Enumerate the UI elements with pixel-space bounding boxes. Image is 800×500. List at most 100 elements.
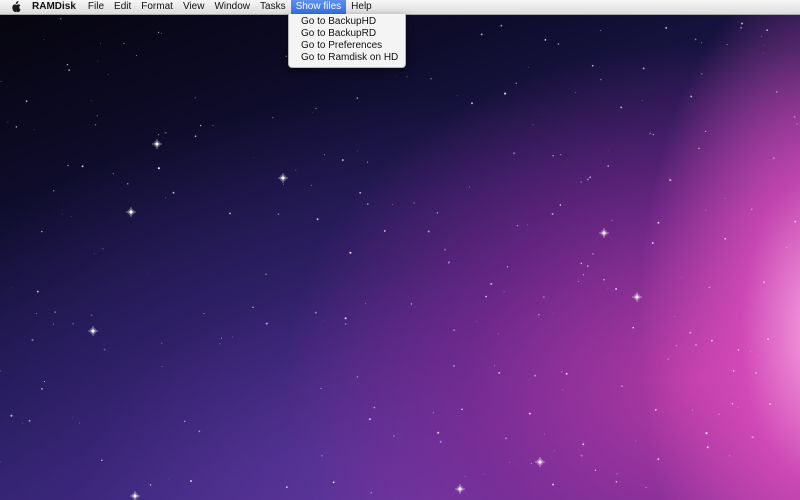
show-files-dropdown: Go to BackupHD Go to BackupRD Go to Pref… xyxy=(288,14,406,68)
star xyxy=(35,313,37,315)
star xyxy=(498,371,501,374)
star xyxy=(427,230,430,233)
star xyxy=(70,216,72,217)
star xyxy=(43,380,45,383)
star xyxy=(591,64,594,67)
star xyxy=(551,213,554,215)
star xyxy=(295,169,297,171)
menu-app-name[interactable]: RAMDisk xyxy=(30,0,83,14)
menu-format[interactable]: Format xyxy=(136,0,178,14)
star xyxy=(219,343,221,345)
bright-star xyxy=(535,457,545,467)
menu-help[interactable]: Help xyxy=(346,0,377,14)
star xyxy=(587,265,589,267)
star xyxy=(265,273,267,276)
star xyxy=(90,314,93,317)
star xyxy=(395,76,396,78)
menu-show-files[interactable]: Show files xyxy=(290,0,347,14)
star xyxy=(515,82,517,85)
star xyxy=(657,221,660,224)
star xyxy=(349,251,352,254)
star xyxy=(41,230,43,233)
menu-window[interactable]: Window xyxy=(209,0,255,14)
star xyxy=(285,55,287,57)
menu-item-go-to-ramdisk-on-hd[interactable]: Go to Ramdisk on HD xyxy=(289,52,405,64)
star xyxy=(11,287,12,289)
star xyxy=(580,262,583,265)
star xyxy=(607,287,609,289)
star xyxy=(67,164,69,167)
star xyxy=(439,440,442,443)
star xyxy=(15,126,17,128)
star xyxy=(393,435,395,437)
star xyxy=(751,436,754,439)
bright-star xyxy=(278,173,288,183)
star xyxy=(580,181,583,183)
star xyxy=(694,38,697,41)
star xyxy=(705,130,707,132)
star xyxy=(509,462,510,463)
star xyxy=(615,480,618,483)
star xyxy=(500,24,503,27)
star xyxy=(52,323,55,325)
menu-tasks[interactable]: Tasks xyxy=(255,0,291,14)
star xyxy=(232,336,234,338)
star xyxy=(359,191,362,194)
star xyxy=(645,487,647,489)
star xyxy=(194,97,196,99)
star xyxy=(41,388,43,390)
menu-item-go-to-backuphd[interactable]: Go to BackupHD xyxy=(289,16,405,28)
star xyxy=(356,150,358,152)
star xyxy=(557,43,560,45)
star xyxy=(100,459,103,462)
star xyxy=(406,76,408,78)
star xyxy=(611,219,613,221)
star xyxy=(149,484,152,486)
star xyxy=(766,29,769,32)
star xyxy=(164,131,167,134)
star xyxy=(470,102,474,105)
star xyxy=(102,247,104,250)
star xyxy=(538,314,540,316)
star xyxy=(277,213,280,215)
star xyxy=(33,129,35,131)
star xyxy=(620,106,623,109)
star xyxy=(708,287,710,288)
star xyxy=(667,358,670,361)
star xyxy=(673,316,675,317)
star xyxy=(763,44,765,46)
star xyxy=(763,281,765,283)
star xyxy=(194,135,197,138)
star xyxy=(701,73,703,75)
star xyxy=(587,178,589,181)
star xyxy=(698,147,700,150)
star xyxy=(157,167,160,170)
star xyxy=(700,42,703,44)
menu-view[interactable]: View xyxy=(178,0,210,14)
bright-star xyxy=(455,484,465,494)
star xyxy=(772,157,775,160)
star xyxy=(6,121,8,123)
star xyxy=(282,183,284,185)
star xyxy=(635,440,637,442)
menu-file[interactable]: File xyxy=(83,0,109,14)
star xyxy=(544,433,546,435)
star xyxy=(53,190,55,192)
star xyxy=(794,220,797,223)
star xyxy=(410,303,413,305)
menu-item-go-to-backuprd[interactable]: Go to BackupRD xyxy=(289,28,405,40)
star xyxy=(123,42,125,45)
menu-item-go-to-preferences[interactable]: Go to Preferences xyxy=(289,40,405,52)
star xyxy=(54,311,57,314)
star xyxy=(90,100,92,102)
star xyxy=(320,387,322,389)
star xyxy=(709,286,711,288)
apple-logo-icon[interactable] xyxy=(0,0,30,14)
star xyxy=(461,408,463,411)
star xyxy=(315,107,317,110)
star xyxy=(0,80,2,83)
menu-edit[interactable]: Edit xyxy=(109,0,136,14)
star xyxy=(112,173,114,175)
star xyxy=(25,100,28,103)
star xyxy=(126,182,129,185)
